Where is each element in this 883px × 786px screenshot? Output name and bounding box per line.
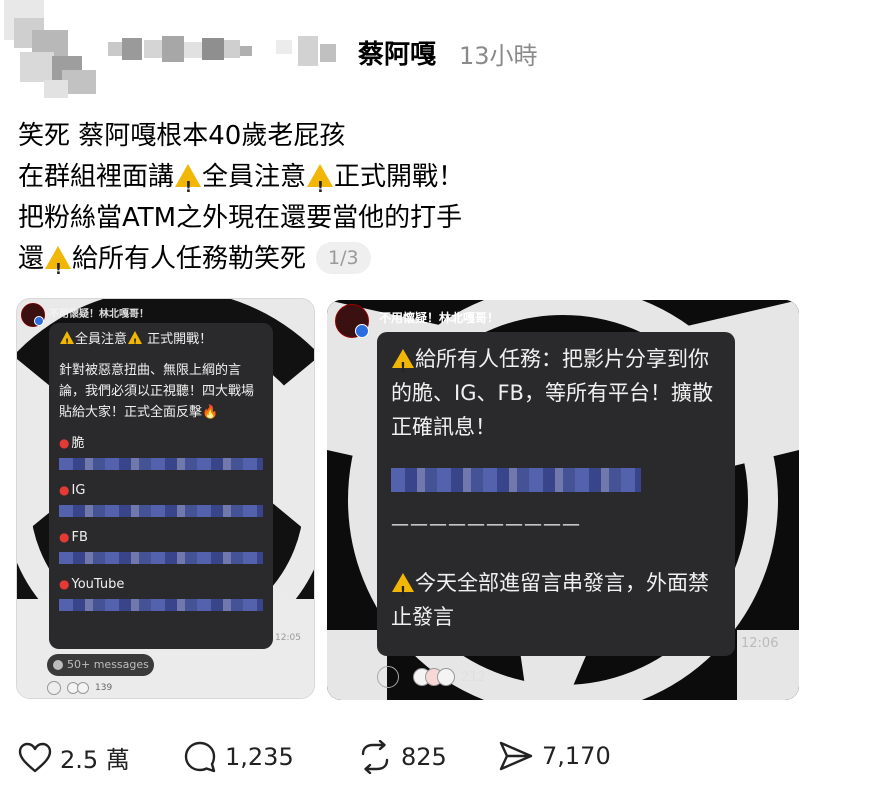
post-text-segment: 笑死 蔡阿嘎根本40歲老屁孩 <box>18 121 346 151</box>
pin-icon: ● <box>59 530 70 544</box>
platform-label: IG <box>71 483 86 498</box>
message-title-b: 正式開戰！ <box>147 332 213 347</box>
post-line-1: 笑死 蔡阿嘎根本40歲老屁孩 <box>18 116 838 157</box>
pin-icon: ● <box>59 577 70 591</box>
message-title-a: 全員注意 <box>75 332 128 347</box>
emoji-reaction-icon <box>77 682 89 694</box>
platform-item-threads: ● 脆 <box>59 433 263 470</box>
post-text-segment: 在群組裡面講 <box>18 162 175 192</box>
post-text-segment: 還 <box>18 244 45 274</box>
blurred-link[interactable] <box>59 552 263 564</box>
messages-count-badge[interactable]: 50+ messages <box>47 654 154 676</box>
message-time: 12:05 <box>275 633 301 643</box>
image-page-indicator: 1/3 <box>316 242 371 274</box>
add-reaction-icon[interactable] <box>47 681 61 695</box>
username[interactable]: 蔡阿嘎 <box>358 34 436 71</box>
repost-count: 825 <box>401 743 447 771</box>
platform-label: YouTube <box>71 577 125 592</box>
chat-group-name: 不用懷疑！林北嘎哥！ <box>379 311 500 325</box>
fire-icon: 🔥 <box>202 405 219 420</box>
post-line-4: 還給所有人任務勒笑死 1/3 <box>18 239 838 290</box>
verified-badge-icon <box>34 316 44 326</box>
post-line-3: 把粉絲當ATM之外現在還要當他的打手 <box>18 198 838 239</box>
pin-icon: ● <box>59 436 70 450</box>
like-button[interactable]: 2.5 萬 <box>18 740 130 775</box>
platform-item-fb: ● FB <box>59 527 263 564</box>
post-action-bar: 2.5 萬 1,235 825 7,170 <box>0 736 883 782</box>
platform-label: 脆 <box>71 436 85 451</box>
blurred-link[interactable] <box>391 468 641 492</box>
comment-icon <box>184 741 216 773</box>
blurred-user-name <box>108 34 348 70</box>
post-line-2: 在群組裡面講全員注意正式開戰！ <box>18 157 838 208</box>
post-text-segment: 把粉絲當ATM之外現在還要當他的打手 <box>18 203 463 233</box>
emoji-reaction-icon <box>437 668 455 686</box>
message-title: 全員注意 正式開戰！ <box>59 329 263 354</box>
warning-icon <box>60 331 74 354</box>
message-body-text: 針對被惡意扭曲、無限上綱的言論，我們必須以正視聽！四大戰場貼給大家！正式全面反擊 <box>59 363 255 420</box>
chat-group-name: 不用懷疑！林北嘎哥！ <box>49 309 149 320</box>
reaction-row: 212 <box>377 666 486 688</box>
warning-icon <box>392 349 414 386</box>
share-button[interactable]: 7,170 <box>498 740 611 772</box>
comment-count: 1,235 <box>225 743 294 771</box>
message-time: 12:06 <box>741 636 779 651</box>
post-timestamp: 13小時 <box>459 42 538 70</box>
post-text-segment: 全員注意 <box>202 162 307 192</box>
platform-item-ig: ● IG <box>59 480 263 517</box>
share-count: 7,170 <box>542 742 611 770</box>
chat-message-bubble: 全員注意 正式開戰！ 針對被惡意扭曲、無限上綱的言論，我們必須以正視聽！四大戰場… <box>49 323 273 649</box>
chat-message-bubble: 給所有人任務：把影片分享到你的脆、IG、FB，等所有平台！擴散正確訊息！ ———… <box>377 332 735 656</box>
task-text: 給所有人任務：把影片分享到你的脆、IG、FB，等所有平台！擴散正確訊息！ <box>391 342 721 444</box>
warning-icon <box>307 164 334 208</box>
warning-icon <box>128 331 143 354</box>
verified-badge-icon <box>355 324 369 338</box>
divider-line: —————————— <box>391 514 581 535</box>
notice-text-content: 今天全部進留言串發言，外面禁止發言 <box>391 571 709 629</box>
platform-item-youtube: ● YouTube <box>59 574 263 611</box>
post-text-segment: 給所有人任務勒笑死 <box>72 244 307 274</box>
message-body: 針對被惡意扭曲、無限上綱的言論，我們必須以正視聽！四大戰場貼給大家！正式全面反擊… <box>59 360 263 423</box>
warning-icon <box>392 573 414 610</box>
warning-icon <box>175 164 202 208</box>
blurred-link[interactable] <box>59 458 263 470</box>
reaction-count: 212 <box>461 669 486 685</box>
like-count: 2.5 萬 <box>60 746 130 774</box>
send-icon <box>499 741 533 771</box>
task-text-content: 給所有人任務：把影片分享到你的脆、IG、FB，等所有平台！擴散正確訊息！ <box>391 347 713 439</box>
post-body: 笑死 蔡阿嘎根本40歲老屁孩 在群組裡面講全員注意正式開戰！ 把粉絲當ATM之外… <box>18 116 838 290</box>
post-image-1[interactable]: 不用懷疑！林北嘎哥！ 全員注意 正式開戰！ 針對被惡意扭曲、無限上綱的言論，我們… <box>16 298 315 699</box>
comment-button[interactable]: 1,235 <box>183 740 294 774</box>
reaction-row: 139 <box>47 681 112 695</box>
notice-text: 今天全部進留言串發言，外面禁止發言 <box>391 566 721 634</box>
post-text-segment: 正式開戰！ <box>334 162 465 192</box>
blurred-link[interactable] <box>59 599 263 611</box>
avatar[interactable] <box>4 0 100 100</box>
post-header: 蔡阿嘎 13小時 <box>0 0 883 110</box>
warning-icon <box>45 246 72 290</box>
blurred-link[interactable] <box>59 505 263 517</box>
repost-icon <box>361 740 389 774</box>
heart-icon <box>18 742 52 772</box>
add-reaction-icon[interactable] <box>377 666 399 688</box>
repost-button[interactable]: 825 <box>357 740 447 774</box>
pin-icon: ● <box>59 483 70 497</box>
post-image-2[interactable]: 不用懷疑！林北嘎哥！ 給所有人任務：把影片分享到你的脆、IG、FB，等所有平台！… <box>327 300 799 700</box>
reaction-count: 139 <box>95 683 113 693</box>
platform-label: FB <box>71 530 88 545</box>
